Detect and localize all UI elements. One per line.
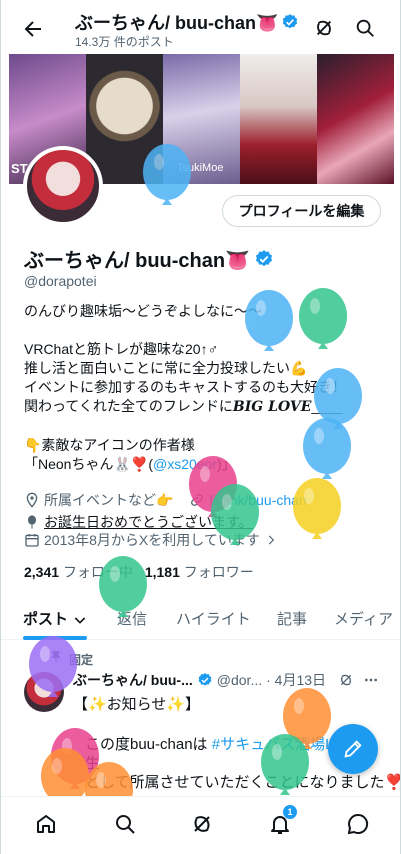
chevron-right-icon[interactable]	[264, 533, 278, 547]
bio-line: 「Neonちゃん🐰❣️(@xs20eor)」	[24, 455, 374, 474]
gpt-icon[interactable]	[313, 17, 335, 39]
bio-text: 関わってくれた全てのフレンドに	[24, 398, 233, 414]
post-text-line: 生	[85, 755, 101, 772]
home-icon[interactable]	[34, 812, 58, 836]
notification-badge: 1	[283, 805, 297, 819]
bio-big-love: BIG LOVE	[232, 399, 312, 415]
bio-line: VRChatと筋トレが趣味な20↑♂	[24, 341, 219, 357]
chevron-down-icon[interactable]	[72, 612, 88, 628]
post-avatar[interactable]	[24, 672, 64, 712]
more-options-icon[interactable]	[362, 672, 380, 688]
following-count: 2,341	[24, 564, 60, 580]
pin-icon	[49, 650, 63, 664]
profile-category: 所属イベントなど👉	[44, 492, 174, 508]
edit-profile-button[interactable]: プロフィールを編集	[222, 195, 381, 227]
bio-mention-link[interactable]: @xs20eor	[153, 456, 217, 472]
profile-bio: のんびり趣味垢〜どうぞよしなに〜〜 VRChatと筋トレが趣味な20↑♂ 推し活…	[24, 302, 374, 474]
followers-link[interactable]: 1,181 フォロワー	[145, 564, 254, 580]
compose-button[interactable]	[328, 724, 378, 774]
bio-text: ____	[311, 398, 343, 414]
following-link[interactable]: 2,341 フォロー中	[24, 564, 133, 580]
banner-art-4	[240, 54, 317, 184]
follow-stats: 2,341 フォロー中 1,181 フォロワー	[24, 562, 254, 582]
post-header: ぶーちゃん/ buu-... @dor... · 4月13日	[73, 670, 383, 690]
profile-joined: 2013年8月からXを利用しています	[44, 532, 260, 548]
post-text-line: 【✨お知らせ✨】	[73, 696, 201, 713]
bio-line: 推し活と面白いことに常に全力投球したい💪	[24, 360, 308, 376]
bio-line: のんびり趣味垢〜どうぞよしなに〜〜	[24, 303, 262, 319]
profile-name-text: ぶーちゃん/ buu-chan👅	[24, 250, 251, 272]
calendar-icon	[24, 532, 40, 548]
avatar[interactable]	[23, 146, 103, 226]
tab-highlights[interactable]: ハイライト	[176, 608, 251, 629]
bio-text: )」	[217, 456, 236, 472]
gpt-icon[interactable]	[338, 672, 354, 688]
top-bar: ぶーちゃん/ buu-chan👅 14.3万 件のポスト	[1, 0, 400, 54]
profile-handle: @dorapotei	[24, 273, 97, 289]
compose-icon	[342, 738, 364, 760]
arrow-left-icon[interactable]	[21, 17, 45, 41]
banner-art-5	[317, 54, 394, 184]
verified-icon[interactable]	[254, 249, 274, 269]
verified-icon	[197, 672, 213, 688]
following-label: フォロー中	[62, 564, 133, 580]
followers-label: フォロワー	[183, 564, 254, 580]
profile-birthday-row: お誕生日おめでとうございます。	[24, 512, 253, 532]
bio-line: 関わってくれた全てのフレンドにBIG LOVE____	[24, 397, 374, 417]
profile-name: ぶーちゃん/ buu-chan👅	[24, 244, 274, 273]
pinned-label: 固定	[69, 653, 94, 667]
link-icon	[189, 492, 205, 508]
tab-posts-label: ポスト	[23, 611, 69, 628]
active-tab-indicator	[23, 636, 87, 640]
tab-replies[interactable]: 返信	[117, 608, 147, 629]
profile-page: ぶーちゃん/ buu-chan👅 14.3万 件のポスト ST TsukiMoe…	[0, 0, 401, 854]
balloon-icon	[24, 514, 40, 530]
banner-label-tsukimoe: TsukiMoe	[177, 162, 224, 174]
tab-media[interactable]: メディア	[334, 608, 393, 629]
post-text-line: として所属させていただくことになりました❣️	[85, 774, 401, 791]
bio-line: 👇素敵なアイコンの作者様	[24, 437, 195, 453]
tab-articles[interactable]: 記事	[277, 608, 307, 629]
search-icon[interactable]	[354, 17, 376, 39]
post-author[interactable]: ぶーちゃん/ buu-...	[73, 670, 193, 690]
verified-icon	[281, 13, 299, 31]
tab-posts[interactable]: ポスト	[23, 608, 88, 629]
bottom-navigation	[1, 796, 400, 854]
header-subtitle: 14.3万 件のポスト	[75, 35, 174, 49]
profile-meta-row: 所属イベントなど👉 lit.link/buu-chan	[24, 490, 307, 510]
followers-count: 1,181	[144, 564, 180, 580]
profile-tabs: ポスト 返信 ハイライト 記事 メディア	[1, 600, 400, 640]
gpt-icon[interactable]	[190, 812, 214, 836]
post-handle[interactable]: @dor...	[217, 672, 262, 688]
banner-art-3: TsukiMoe	[163, 54, 240, 184]
messages-icon[interactable]	[346, 812, 370, 836]
post-text: この度buu-chanは	[85, 736, 208, 753]
profile-website-link[interactable]: lit.link/buu-chan	[209, 492, 306, 508]
header-title: ぶーちゃん/ buu-chan👅	[75, 9, 299, 35]
bio-line: イベントに参加するのもキャストするのも大好き！	[24, 379, 346, 395]
profile-joined-row: 2013年8月からXを利用しています	[24, 530, 278, 550]
bio-text: 「Neonちゃん🐰❣️(	[24, 456, 153, 472]
location-pin-icon	[24, 492, 40, 508]
post-date[interactable]: · 4月13日	[266, 670, 326, 690]
profile-birthday[interactable]: お誕生日おめでとうございます。	[44, 512, 253, 532]
header-title-text: ぶーちゃん/ buu-chan👅	[75, 13, 279, 33]
search-icon[interactable]	[113, 812, 137, 836]
banner-art-2	[86, 54, 163, 184]
